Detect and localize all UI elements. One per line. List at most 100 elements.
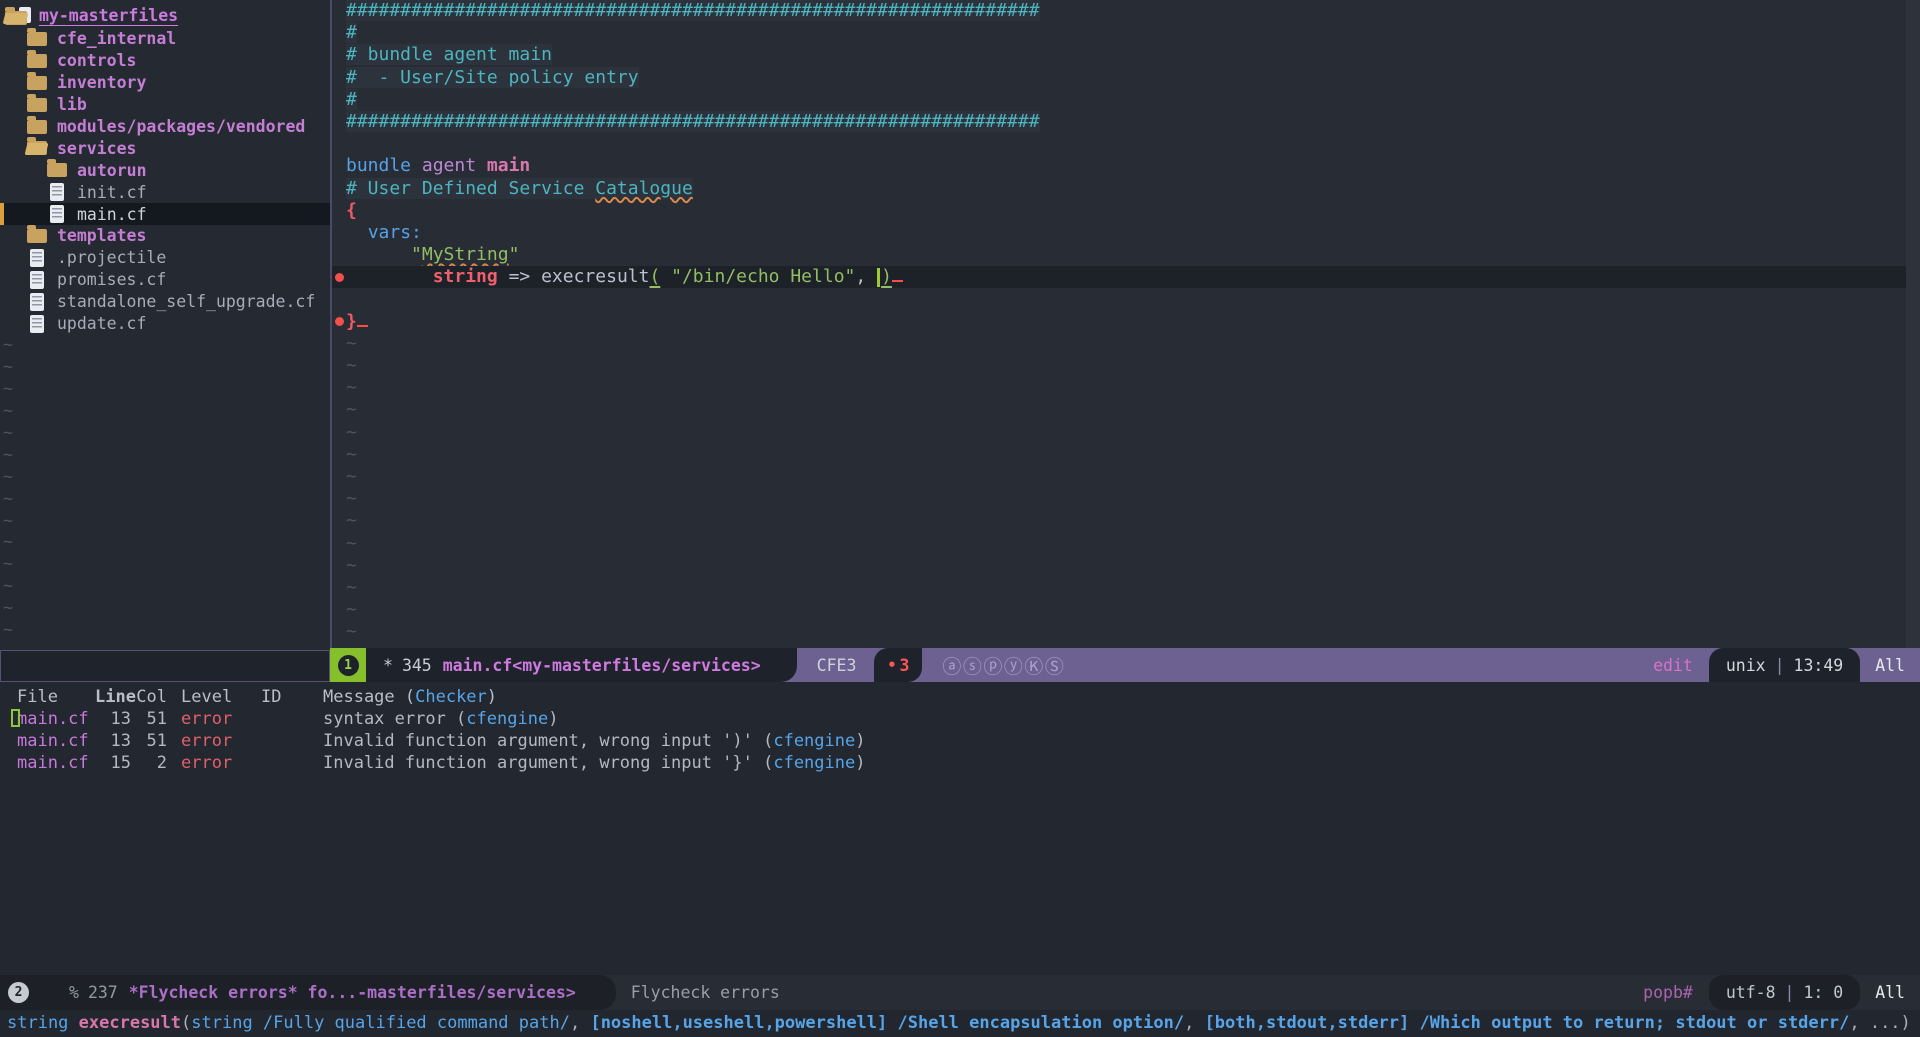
code-line: # bundle agent main <box>332 44 1906 66</box>
tree-item-label: standalone_self_upgrade.cf <box>57 292 315 311</box>
errors-header-row[interactable]: File Line Col Level ID Message (Checker) <box>0 682 1920 708</box>
file-icon <box>50 183 64 201</box>
col-header-line[interactable]: Line <box>95 687 131 707</box>
tree-item-label: controls <box>57 51 136 70</box>
folder-icon <box>27 98 47 112</box>
empty-line: ~ <box>332 488 1906 510</box>
code-line <box>332 133 1906 155</box>
file-tree-sidebar[interactable]: my-masterfilescfe_internalcontrols invent… <box>0 0 330 682</box>
modified-indicator: * <box>383 656 393 675</box>
empty-line-indicator: ~ <box>346 621 357 642</box>
empty-line: ~ <box>332 621 1906 643</box>
error-row[interactable]: main.cf152errorInvalid function argument… <box>0 752 1920 774</box>
flycheck-error-counter[interactable]: • 3 <box>874 648 922 682</box>
buffer-name-section-bottom: 2 % 237 *Flycheck errors* fo...-masterfi… <box>0 975 616 1010</box>
tree-item-label: lib <box>57 95 87 114</box>
col-header-col[interactable]: Col <box>131 687 167 707</box>
col-header-id[interactable]: ID <box>261 687 323 707</box>
empty-line: ~ <box>332 599 1906 621</box>
window-number-block: 1 <box>330 648 366 682</box>
checker-link[interactable]: cfengine <box>466 709 548 729</box>
evil-state-label: edit <box>1653 656 1693 675</box>
editor-right-scroll-strip[interactable] <box>1906 0 1920 648</box>
checker-link[interactable]: cfengine <box>773 753 855 773</box>
tree-item-services[interactable]: services <box>0 137 330 159</box>
eldoc-segment: [both,stdout,stderr] /Which output to re… <box>1205 1013 1850 1033</box>
empty-line-indicator: ~ <box>0 597 330 619</box>
tree-item-templates[interactable]: templates <box>0 225 330 247</box>
col-header-message[interactable]: Message (Checker) <box>323 687 1920 707</box>
empty-line-indicator: ~ <box>0 510 330 532</box>
code-line: bundle agent main <box>332 155 1906 177</box>
echo-area[interactable]: string execresult(string /Fully qualifie… <box>0 1010 1920 1037</box>
tree-root-my-masterfiles[interactable]: my-masterfiles <box>0 3 330 28</box>
empty-line: ~ <box>332 466 1906 488</box>
clock: 13:49 <box>1794 656 1844 675</box>
error-row[interactable]: main.cf1351errorInvalid function argumen… <box>0 730 1920 752</box>
tree-item-cfe-internal[interactable]: cfe_internal <box>0 28 330 50</box>
folder-icon <box>27 229 47 243</box>
tree-item-label: autorun <box>77 161 147 180</box>
empty-line: ~ <box>332 399 1906 421</box>
file-tree: my-masterfilescfe_internalcontrols invent… <box>0 0 330 641</box>
major-mode-label-2[interactable]: Flycheck errors <box>631 983 780 1002</box>
empty-line-indicator: ~ <box>346 444 357 465</box>
errors-list: main.cf1351errorsyntax error (cfengine)m… <box>0 708 1920 774</box>
editor-buffer[interactable]: ########################################… <box>332 0 1906 648</box>
empty-line-indicator: ~ <box>0 422 330 444</box>
cursor-line-col: 1: 0 <box>1803 983 1843 1002</box>
tree-item-controls[interactable]: controls <box>0 50 330 72</box>
code-line: vars: <box>332 222 1906 244</box>
tree-item-init-cf[interactable]: init.cf <box>0 181 330 203</box>
empty-line: ~ <box>332 355 1906 377</box>
window-number-badge: 1 <box>338 655 359 676</box>
checker-header-link: Checker <box>415 687 487 707</box>
tree-item-lib[interactable]: lib <box>0 94 330 116</box>
error-row[interactable]: main.cf1351errorsyntax error (cfengine) <box>0 708 1920 730</box>
empty-line-indicator: ~ <box>0 488 330 510</box>
error-message: Invalid function argument, wrong input '… <box>323 753 1920 773</box>
buffer-percent: % <box>69 983 79 1002</box>
folder-icon <box>27 32 47 46</box>
tree-item-autorun[interactable]: autorun <box>0 159 330 181</box>
empty-line-indicator: ~ <box>346 355 357 376</box>
tree-item-main-cf[interactable]: main.cf <box>0 203 330 225</box>
tree-item-promises-cf[interactable]: promises.cf <box>0 269 330 291</box>
code-line: "MyString" <box>332 244 1906 266</box>
code-line: ########################################… <box>332 111 1906 133</box>
empty-line-indicator: ~ <box>346 599 357 620</box>
flycheck-errors-pane[interactable]: File Line Col Level ID Message (Checker)… <box>0 682 1920 975</box>
folder-icon <box>27 54 47 68</box>
empty-line-indicator: ~ <box>0 466 330 488</box>
code-line: string => execresult( "/bin/echo Hello",… <box>332 266 1906 288</box>
empty-line: ~ <box>332 333 1906 355</box>
col-header-level[interactable]: Level <box>181 687 261 707</box>
tree-item-standalone-self-upgrade-cf[interactable]: standalone_self_upgrade.cf <box>0 291 330 313</box>
modeline-active: 1 * 345 main.cf<my-masterfiles/services>… <box>330 648 1920 682</box>
checker-link[interactable]: cfengine <box>773 731 855 751</box>
code-line: # <box>332 89 1906 111</box>
folder-icon <box>47 163 67 177</box>
eldoc-segment: string <box>7 1013 79 1033</box>
root-open-folder-icon <box>5 7 31 25</box>
error-count: 3 <box>899 656 909 675</box>
tree-item-update-cf[interactable]: update.cf <box>0 313 330 335</box>
empty-line-indicator: ~ <box>0 553 330 575</box>
separator: | <box>1775 656 1785 675</box>
code-line: # User Defined Service Catalogue <box>332 178 1906 200</box>
tree-item-label: inventory <box>57 73 146 92</box>
tree-item--projectile[interactable]: .projectile <box>0 247 330 269</box>
empty-line-indicator: ~ <box>346 533 357 554</box>
error-underline <box>357 312 368 327</box>
minor-mode-icons: ⓐⓢⓟⓨⓀⓈ <box>942 652 1065 679</box>
empty-line-indicator: ~ <box>346 422 357 443</box>
empty-line-indicator: ~ <box>346 377 357 398</box>
tree-item-inventory[interactable]: inventory <box>0 72 330 94</box>
tree-item-label: modules/packages/vendored <box>57 117 305 136</box>
file-icon <box>50 205 64 223</box>
col-header-file[interactable]: File <box>17 687 95 707</box>
open-folder-icon <box>27 141 47 155</box>
text-cursor <box>877 268 880 287</box>
major-mode-label[interactable]: CFE3 <box>817 656 857 675</box>
tree-item-modules-packages-vendored[interactable]: modules/packages/vendored <box>0 116 330 138</box>
